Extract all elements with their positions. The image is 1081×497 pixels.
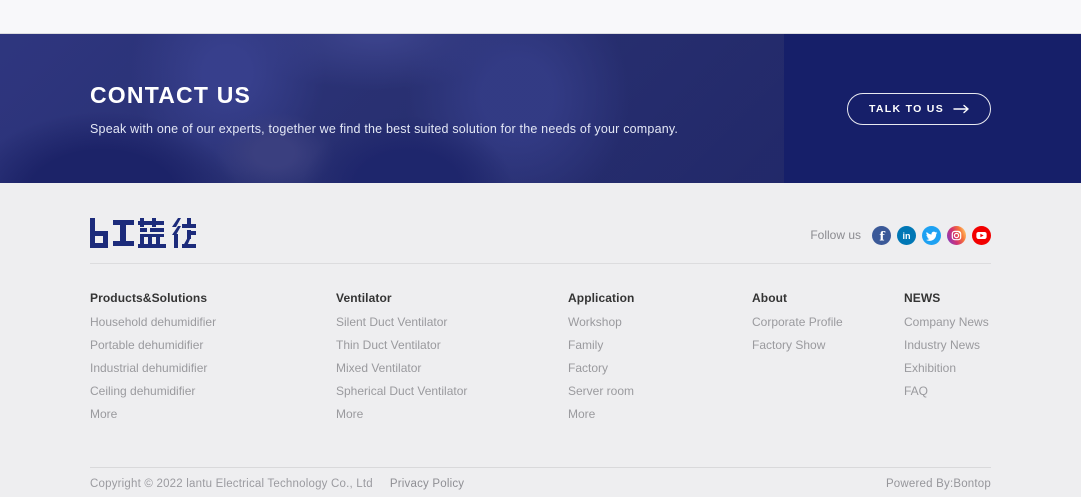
copyright-text: Copyright © 2022 lantu Electrical Techno… — [90, 478, 373, 490]
talk-to-us-button[interactable]: TALK TO US — [847, 93, 991, 125]
footer-link[interactable]: Thin Duct Ventilator — [336, 339, 568, 351]
footer-link[interactable]: Factory Show — [752, 339, 904, 351]
lantu-logo-icon — [90, 218, 196, 248]
footer-column-application: Application Workshop Family Factory Serv… — [568, 291, 752, 420]
footer-link[interactable]: FAQ — [904, 385, 991, 397]
footer-link[interactable]: More — [336, 408, 568, 420]
footer-column-title: Products&Solutions — [90, 291, 336, 305]
footer-link[interactable]: More — [568, 408, 752, 420]
footer-link[interactable]: Industry News — [904, 339, 991, 351]
youtube-icon[interactable] — [972, 226, 991, 245]
talk-to-us-label: TALK TO US — [869, 103, 944, 115]
lantu-logo[interactable] — [90, 218, 196, 253]
footer-link[interactable]: Server room — [568, 385, 752, 397]
privacy-policy-link[interactable]: Privacy Policy — [390, 478, 464, 490]
twitter-icon[interactable] — [922, 226, 941, 245]
arrow-right-icon — [953, 104, 970, 114]
footer-link[interactable]: Portable dehumidifier — [90, 339, 336, 351]
contact-banner-text: CONTACT US Speak with one of our experts… — [90, 82, 678, 136]
page: CONTACT US Speak with one of our experts… — [0, 0, 1081, 497]
footer-link[interactable]: Mixed Ventilator — [336, 362, 568, 374]
footer-link[interactable]: Family — [568, 339, 752, 351]
footer-link[interactable]: Ceiling dehumidifier — [90, 385, 336, 397]
footer-link-columns: Products&Solutions Household dehumidifie… — [90, 264, 991, 420]
contact-subtitle: Speak with one of our experts, together … — [90, 122, 678, 136]
social-row: Follow us f in — [810, 226, 991, 245]
footer-column-products: Products&Solutions Household dehumidifie… — [90, 291, 336, 420]
follow-us-label: Follow us — [810, 228, 861, 242]
footer-column-ventilator: Ventilator Silent Duct Ventilator Thin D… — [336, 291, 568, 420]
footer-column-title: Application — [568, 291, 752, 305]
footer-link[interactable]: Industrial dehumidifier — [90, 362, 336, 374]
footer-link[interactable]: Factory — [568, 362, 752, 374]
footer-column-about: About Corporate Profile Factory Show — [752, 291, 904, 420]
footer-link[interactable]: Exhibition — [904, 362, 991, 374]
footer-column-news: NEWS Company News Industry News Exhibiti… — [904, 291, 991, 420]
footer-bottom-row: Copyright © 2022 lantu Electrical Techno… — [90, 468, 991, 490]
footer: Follow us f in — [0, 183, 1081, 497]
contact-title: CONTACT US — [90, 82, 678, 109]
page-top-strip — [0, 0, 1081, 34]
footer-brand-row: Follow us f in — [90, 220, 991, 250]
footer-column-title: Ventilator — [336, 291, 568, 305]
linkedin-icon[interactable]: in — [897, 226, 916, 245]
powered-by-link[interactable]: Powered By:Bontop — [886, 478, 991, 490]
svg-text:f: f — [879, 228, 885, 243]
footer-column-title: About — [752, 291, 904, 305]
footer-link[interactable]: Silent Duct Ventilator — [336, 316, 568, 328]
footer-link[interactable]: Spherical Duct Ventilator — [336, 385, 568, 397]
svg-text:in: in — [902, 231, 910, 241]
footer-link[interactable]: Corporate Profile — [752, 316, 904, 328]
instagram-icon[interactable] — [947, 226, 966, 245]
footer-link[interactable]: Household dehumidifier — [90, 316, 336, 328]
footer-link[interactable]: Workshop — [568, 316, 752, 328]
facebook-icon[interactable]: f — [872, 226, 891, 245]
footer-column-title: NEWS — [904, 291, 991, 305]
contact-banner: CONTACT US Speak with one of our experts… — [0, 34, 1081, 183]
footer-link[interactable]: More — [90, 408, 336, 420]
footer-link[interactable]: Company News — [904, 316, 991, 328]
